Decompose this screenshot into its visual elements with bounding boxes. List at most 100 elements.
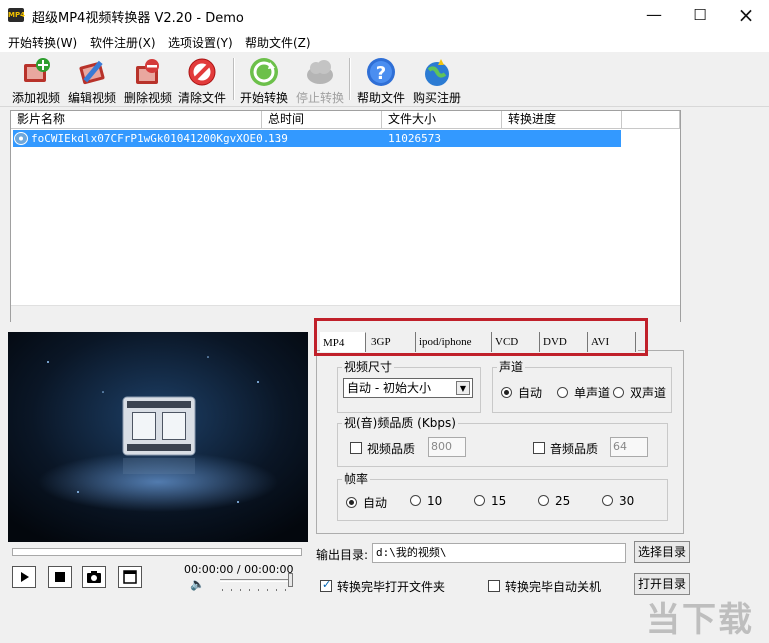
toolbar: 添加视频 编辑视频 删除视频 清除文件 开始转换 停止转换 ? 帮助文件 购买注…	[0, 52, 769, 107]
delete-video-icon	[136, 59, 159, 84]
toolbar-separator	[233, 58, 235, 100]
menu-options[interactable]: 选项设置(Y)	[168, 34, 233, 51]
close-button[interactable]: ×	[723, 0, 769, 30]
help-icon: ?	[367, 58, 395, 86]
output-dir-input[interactable]: d:\我的视频\	[372, 543, 626, 563]
watermark-logo: 当下载吧	[646, 600, 754, 640]
audio-quality-input[interactable]: 64	[610, 437, 648, 457]
snapshot-icon	[87, 571, 101, 583]
fullscreen-icon	[123, 570, 137, 584]
column-header-duration[interactable]: 总时间	[262, 111, 382, 129]
snapshot-button[interactable]	[82, 566, 106, 588]
preview-image	[8, 332, 308, 542]
volume-thumb[interactable]	[288, 573, 293, 587]
quality-group: 视(音)频品质 (Kbps) 视频品质 800 音频品质 64	[337, 415, 668, 467]
volume-tick	[285, 589, 286, 591]
framerate-30-radio[interactable]: 30	[602, 494, 634, 508]
column-header-name[interactable]: 影片名称	[11, 111, 262, 129]
edit-video-button[interactable]: 编辑视频	[64, 54, 120, 105]
audio-channel-group: 声道 自动 单声道 双声道	[492, 359, 672, 413]
svg-text:?: ?	[376, 63, 386, 84]
shutdown-after-checkbox[interactable]: 转换完毕自动关机	[488, 578, 601, 595]
framerate-25-radio[interactable]: 25	[538, 494, 570, 508]
video-size-group: 视频尺寸 自动 - 初始大小 ▼	[337, 359, 481, 413]
file-name-cell: foCWIEkdlx07CFrP1wGk01041200KgvXOE0...	[31, 132, 283, 145]
table-row[interactable]: foCWIEkdlx07CFrP1wGk01041200KgvXOE0... 1…	[13, 130, 621, 147]
radio-icon	[538, 495, 549, 506]
help-file-button[interactable]: ? 帮助文件	[353, 54, 409, 105]
volume-tick	[267, 589, 268, 591]
checkbox-icon	[533, 442, 545, 454]
channel-auto-radio[interactable]: 自动	[501, 384, 542, 401]
volume-slider[interactable]	[220, 579, 292, 582]
radio-icon	[410, 495, 421, 506]
fullscreen-button[interactable]	[118, 566, 142, 588]
tab-highlight-annotation	[314, 318, 648, 356]
volume-tick	[240, 589, 241, 591]
framerate-auto-radio[interactable]: 自动	[346, 494, 387, 511]
checkbox-icon	[350, 442, 362, 454]
purchase-register-button[interactable]: 购买注册	[409, 54, 465, 105]
delete-video-button[interactable]: 删除视频	[120, 54, 176, 105]
menu-bar: 开始转换(W) 软件注册(X) 选项设置(Y) 帮助文件(Z)	[0, 30, 769, 52]
chevron-down-icon: ▼	[456, 381, 470, 395]
radio-checked-icon	[501, 387, 512, 398]
framerate-15-radio[interactable]: 15	[474, 494, 506, 508]
maximize-button[interactable]: ☐	[677, 0, 723, 30]
toolbar-separator	[349, 58, 351, 100]
title-bar: MP4 超级MP4视频转换器 V2.20 - Demo — ☐ ×	[0, 0, 769, 30]
volume-tick	[258, 589, 259, 591]
minimize-button[interactable]: —	[631, 0, 677, 30]
radio-icon	[602, 495, 613, 506]
framerate-10-radio[interactable]: 10	[410, 494, 442, 508]
video-file-icon	[14, 132, 28, 145]
purchase-icon	[425, 59, 449, 86]
column-header-size[interactable]: 文件大小	[382, 111, 502, 129]
choose-dir-button[interactable]: 选择目录	[634, 541, 690, 563]
open-folder-after-checkbox[interactable]: 转换完毕打开文件夹	[320, 578, 445, 595]
menu-register[interactable]: 软件注册(X)	[90, 34, 156, 51]
start-convert-button[interactable]: 开始转换	[236, 54, 292, 105]
menu-start-convert[interactable]: 开始转换(W)	[8, 34, 77, 51]
window-title: 超级MP4视频转换器 V2.20 - Demo	[32, 11, 244, 26]
start-convert-icon	[250, 58, 278, 86]
video-quality-input[interactable]: 800	[428, 437, 466, 457]
column-header-progress[interactable]: 转换进度	[502, 111, 622, 129]
time-display: 00:00:00 / 00:00:00	[184, 563, 294, 576]
stop-convert-button[interactable]: 停止转换	[292, 54, 348, 105]
channel-mono-radio[interactable]: 单声道	[557, 384, 610, 401]
add-video-button[interactable]: 添加视频	[8, 54, 64, 105]
radio-icon	[557, 387, 568, 398]
clear-files-icon	[188, 58, 216, 86]
video-quality-checkbox[interactable]: 视频品质	[350, 440, 415, 457]
app-icon: MP4	[8, 8, 25, 22]
column-header-empty	[622, 111, 680, 129]
volume-tick	[231, 589, 232, 591]
file-duration-cell: 139	[268, 132, 288, 145]
stop-button[interactable]	[48, 566, 72, 588]
file-size-cell: 11026573	[388, 132, 441, 145]
add-video-icon	[24, 58, 50, 82]
video-preview	[8, 332, 308, 542]
settings-panel: 视频尺寸 自动 - 初始大小 ▼ 声道 自动 单声道 双声道 视(音)频品质 (…	[316, 350, 684, 534]
checkbox-checked-icon	[320, 578, 332, 592]
volume-tick	[249, 589, 250, 591]
play-icon	[21, 572, 29, 582]
play-button[interactable]	[12, 566, 36, 588]
speaker-icon[interactable]: 🔈	[190, 577, 205, 591]
volume-tick	[222, 589, 223, 591]
stop-convert-icon	[307, 60, 333, 84]
channel-stereo-radio[interactable]: 双声道	[613, 384, 666, 401]
framerate-group: 帧率 自动 10 15 25 30	[337, 471, 668, 521]
edit-video-icon	[79, 60, 105, 85]
clear-files-button[interactable]: 清除文件	[174, 54, 230, 105]
menu-help[interactable]: 帮助文件(Z)	[245, 34, 311, 51]
checkbox-icon	[488, 580, 500, 592]
file-list[interactable]: 影片名称 总时间 文件大小 转换进度 foCWIEkdlx07CFrP1wGk0…	[10, 110, 681, 322]
seek-bar[interactable]	[12, 548, 302, 556]
radio-icon	[474, 495, 485, 506]
audio-quality-checkbox[interactable]: 音频品质	[533, 440, 598, 457]
video-size-select[interactable]: 自动 - 初始大小 ▼	[343, 378, 473, 398]
volume-tick	[276, 589, 277, 591]
output-dir-label: 输出目录:	[316, 548, 369, 562]
